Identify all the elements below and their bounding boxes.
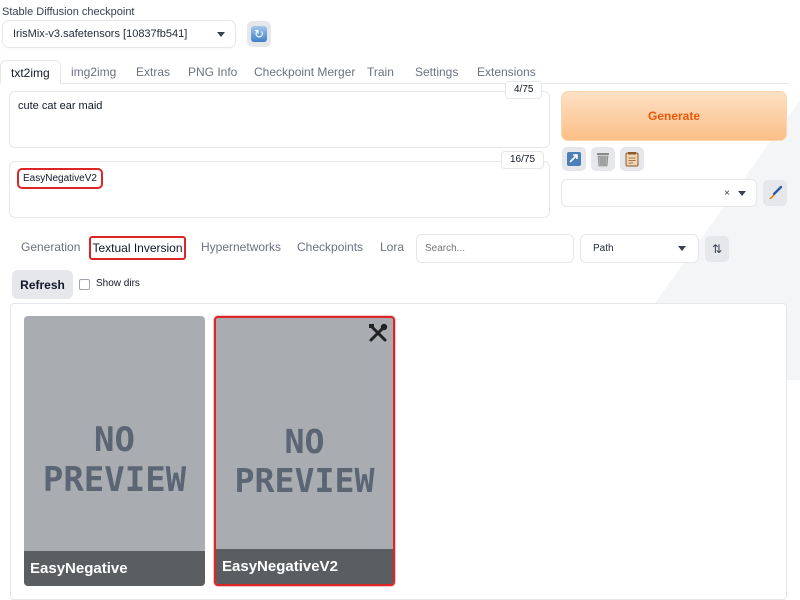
generate-button[interactable]: Generate (561, 91, 787, 141)
subtab-checkpoints[interactable]: Checkpoints (297, 240, 363, 254)
tab-train[interactable]: Train (367, 60, 394, 84)
negative-prompt-text: EasyNegativeV2 (17, 168, 103, 189)
subtab-lora[interactable]: Lora (380, 240, 404, 254)
edit-styles-button[interactable] (763, 180, 787, 206)
tools-icon[interactable] (367, 322, 389, 344)
card-name: EasyNegative (24, 551, 205, 586)
svg-text:NO: NO (94, 420, 135, 460)
show-dirs-checkbox[interactable] (79, 279, 90, 290)
no-preview-image: NO PREVIEW (43, 420, 187, 500)
checkpoint-select[interactable]: IrisMix-v3.safetensors [10837fb541] (2, 20, 236, 48)
paintbrush-icon (769, 185, 783, 199)
refresh-icon: ↻ (251, 26, 267, 42)
card-name: EasyNegativeV2 (216, 549, 393, 584)
tab-settings[interactable]: Settings (415, 60, 458, 84)
clear-icon[interactable]: × (724, 188, 730, 199)
paste-icon (567, 152, 581, 166)
checkpoint-value: IrisMix-v3.safetensors [10837fb541] (13, 28, 188, 40)
clear-prompt-button[interactable] (591, 147, 615, 171)
prompt-text: cute cat ear maid (18, 100, 103, 112)
card-easynegative[interactable]: NO PREVIEW EasyNegative (24, 316, 205, 586)
tab-png-info[interactable]: PNG Info (188, 60, 237, 84)
subtab-generation[interactable]: Generation (21, 240, 80, 254)
search-input[interactable] (416, 234, 574, 263)
main-tabs: txt2img img2img Extras PNG Info Checkpoi… (0, 60, 790, 84)
prompt-token-counter: 4/75 (505, 81, 543, 99)
no-preview-image: NO PREVIEW (234, 422, 375, 500)
subtab-textual-inversion[interactable]: Textual Inversion (89, 236, 186, 260)
svg-text:PREVIEW: PREVIEW (43, 460, 187, 500)
checkpoint-label: Stable Diffusion checkpoint (2, 6, 135, 18)
sort-direction-button[interactable]: ⇅ (705, 236, 729, 262)
sort-direction-icon: ⇅ (711, 242, 723, 256)
refresh-checkpoint-button[interactable]: ↻ (247, 21, 271, 47)
tab-extras[interactable]: Extras (136, 60, 170, 84)
sort-value: Path (593, 243, 614, 254)
chevron-down-icon (217, 31, 225, 37)
paste-button[interactable] (562, 147, 586, 171)
styles-select[interactable]: × (561, 179, 757, 207)
card-easynegativev2[interactable]: NO PREVIEW EasyNegativeV2 (214, 316, 395, 586)
trash-icon (597, 153, 609, 167)
refresh-button[interactable]: Refresh (12, 270, 73, 299)
negative-prompt-textarea[interactable]: EasyNegativeV2 (9, 161, 550, 218)
chevron-down-icon (678, 246, 686, 251)
tab-img2img[interactable]: img2img (71, 60, 116, 84)
show-dirs-label: Show dirs (96, 278, 140, 289)
negative-token-counter: 16/75 (501, 151, 545, 169)
tab-txt2img[interactable]: txt2img (0, 60, 61, 84)
prompt-textarea[interactable]: cute cat ear maid (9, 91, 550, 148)
clipboard-icon (625, 152, 639, 167)
chevron-down-icon (738, 190, 746, 196)
sort-select[interactable]: Path (580, 234, 699, 263)
svg-text:NO: NO (284, 422, 324, 461)
tab-checkpoint-merger[interactable]: Checkpoint Merger (254, 60, 355, 84)
subtab-hypernetworks[interactable]: Hypernetworks (201, 240, 281, 254)
svg-text:PREVIEW: PREVIEW (234, 461, 375, 500)
extra-networks-button[interactable] (620, 147, 644, 171)
